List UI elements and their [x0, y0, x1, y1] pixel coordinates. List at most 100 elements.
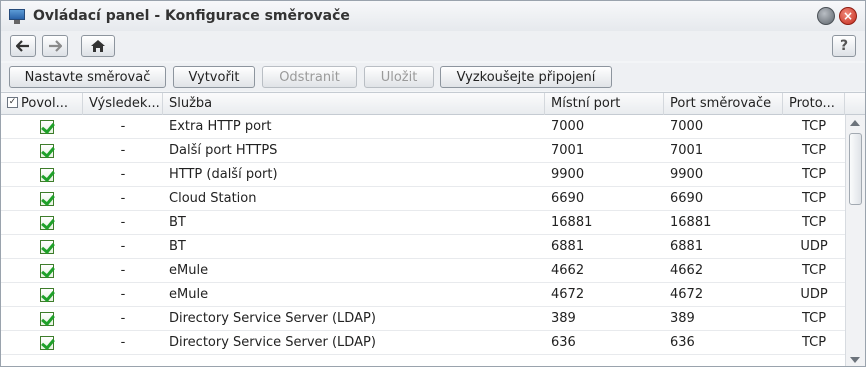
cell-result: -	[120, 287, 126, 302]
cell-local-port: 9900	[551, 167, 585, 182]
table-row[interactable]: - Další port HTTPS 7001 7001 TCP	[1, 139, 845, 163]
enabled-checkbox[interactable]	[40, 168, 54, 182]
cell-local-port: 7000	[551, 119, 585, 134]
cell-service: eMule	[169, 287, 209, 302]
cell-router-port: 7000	[670, 119, 704, 134]
forward-button[interactable]	[42, 35, 68, 57]
delete-button[interactable]: Odstranit	[262, 66, 357, 88]
cell-router-port: 636	[670, 335, 695, 350]
cell-service: Directory Service Server (LDAP)	[169, 311, 376, 326]
cell-service: eMule	[169, 263, 209, 278]
home-button[interactable]	[81, 35, 115, 57]
table-row[interactable]: - eMule 4662 4662 TCP	[1, 259, 845, 283]
table-row[interactable]: - BT 6881 6881 UDP	[1, 235, 845, 259]
help-button[interactable]: ?	[832, 35, 856, 57]
scroll-up-icon[interactable]	[850, 120, 860, 126]
back-button[interactable]	[10, 35, 36, 57]
save-button[interactable]: Uložit	[364, 66, 434, 88]
enabled-checkbox[interactable]	[40, 288, 54, 302]
cell-service: Cloud Station	[169, 191, 257, 206]
cell-local-port: 6881	[551, 239, 585, 254]
cell-router-port: 6881	[670, 239, 704, 254]
title-bar: Ovládací panel - Konfigurace směrovače ×	[1, 1, 865, 31]
table-row[interactable]: - Cloud Station 6690 6690 TCP	[1, 187, 845, 211]
test-connection-button[interactable]: Vyzkoušejte připojení	[440, 66, 612, 88]
navigation-bar: ?	[1, 31, 865, 61]
cell-result: -	[120, 311, 126, 326]
cell-protocol: TCP	[801, 191, 827, 206]
cell-router-port: 7001	[670, 143, 704, 158]
cell-local-port: 7001	[551, 143, 585, 158]
cell-result: -	[120, 143, 126, 158]
column-result[interactable]: Výsledek...	[83, 93, 163, 115]
enabled-checkbox[interactable]	[40, 312, 54, 326]
scroll-down-icon[interactable]	[850, 357, 860, 363]
table-body: - Extra HTTP port 7000 7000 TCP - Další port H…	[1, 115, 845, 366]
enabled-checkbox[interactable]	[40, 264, 54, 278]
cell-router-port: 4662	[670, 263, 704, 278]
cell-router-port: 389	[670, 311, 695, 326]
table-row[interactable]: - BT 16881 16881 TCP	[1, 211, 845, 235]
vertical-scrollbar[interactable]	[845, 115, 865, 366]
table-row[interactable]: - eMule 4672 4672 UDP	[1, 283, 845, 307]
cell-protocol: UDP	[800, 287, 828, 302]
enabled-checkbox[interactable]	[40, 120, 54, 134]
close-button[interactable]: ×	[839, 7, 857, 25]
enabled-checkbox[interactable]	[40, 144, 54, 158]
cell-router-port: 16881	[670, 215, 712, 230]
router-config-window: Ovládací panel - Konfigurace směrovače ×…	[0, 0, 866, 367]
cell-protocol: TCP	[801, 263, 827, 278]
back-arrow-icon	[16, 40, 29, 52]
cell-protocol: TCP	[801, 215, 827, 230]
cell-local-port: 636	[551, 335, 576, 350]
cell-service: Extra HTTP port	[169, 119, 272, 134]
setup-router-button[interactable]: Nastavte směrovač	[9, 66, 166, 88]
column-local-port[interactable]: Místní port	[545, 93, 664, 115]
create-button[interactable]: Vytvořit	[173, 66, 255, 88]
table-row[interactable]: - Extra HTTP port 7000 7000 TCP	[1, 115, 845, 139]
enabled-checkbox[interactable]	[40, 192, 54, 206]
cell-protocol: TCP	[801, 311, 827, 326]
cell-result: -	[120, 335, 126, 350]
cell-result: -	[120, 167, 126, 182]
column-router-port[interactable]: Port směrovače	[664, 93, 783, 115]
home-icon	[91, 40, 105, 52]
toolbar: Nastavte směrovač Vytvořit Odstranit Ulo…	[1, 63, 865, 91]
minimize-button[interactable]	[817, 7, 835, 25]
column-enabled[interactable]: ✓ Povol...	[1, 93, 83, 115]
cell-local-port: 4662	[551, 263, 585, 278]
cell-local-port: 16881	[551, 215, 593, 230]
cell-service: BT	[169, 239, 186, 254]
table-row[interactable]: - Directory Service Server (LDAP) 636 636 TC…	[1, 331, 845, 355]
cell-local-port: 4672	[551, 287, 585, 302]
control-panel-icon	[9, 8, 25, 24]
forward-arrow-icon	[49, 40, 62, 52]
cell-router-port: 6690	[670, 191, 704, 206]
cell-protocol: UDP	[800, 239, 828, 254]
enabled-checkbox[interactable]	[40, 216, 54, 230]
table-header: ✓ Povol... Výsledek... Služba Místní port…	[1, 93, 865, 115]
port-forwarding-table: ✓ Povol... Výsledek... Služba Místní port…	[1, 92, 865, 366]
cell-result: -	[120, 119, 126, 134]
cell-service: Další port HTTPS	[169, 143, 278, 158]
select-all-checkbox[interactable]: ✓	[7, 97, 18, 108]
cell-protocol: TCP	[801, 167, 827, 182]
cell-protocol: TCP	[801, 119, 827, 134]
column-service[interactable]: Služba	[163, 93, 545, 115]
scroll-thumb[interactable]	[849, 133, 862, 205]
window-title: Ovládací panel - Konfigurace směrovače	[33, 8, 350, 24]
table-row[interactable]: - Directory Service Server (LDAP) 389 389 TC…	[1, 307, 845, 331]
cell-local-port: 389	[551, 311, 576, 326]
cell-result: -	[120, 263, 126, 278]
cell-protocol: TCP	[801, 335, 827, 350]
cell-result: -	[120, 191, 126, 206]
cell-service: Directory Service Server (LDAP)	[169, 335, 376, 350]
table-row[interactable]: - HTTP (další port) 9900 9900 TCP	[1, 163, 845, 187]
column-protocol[interactable]: Proto...	[783, 93, 845, 115]
cell-protocol: TCP	[801, 143, 827, 158]
cell-router-port: 4672	[670, 287, 704, 302]
cell-service: BT	[169, 215, 186, 230]
enabled-checkbox[interactable]	[40, 336, 54, 350]
cell-service: HTTP (další port)	[169, 167, 278, 182]
enabled-checkbox[interactable]	[40, 240, 54, 254]
